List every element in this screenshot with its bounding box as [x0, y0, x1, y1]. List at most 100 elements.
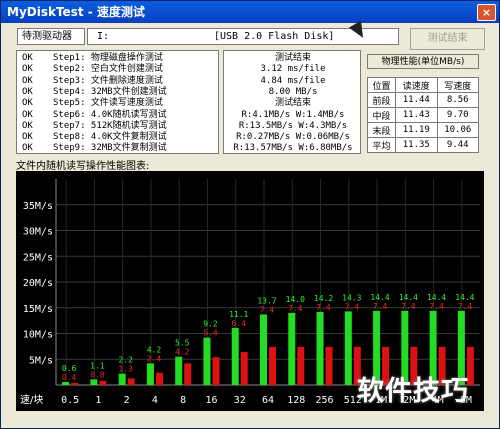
result-line: 8.00 MB/s: [268, 86, 318, 97]
x-tick-label: 32: [234, 395, 246, 406]
write-bar: [71, 382, 79, 385]
read-value-label: 14.4: [455, 293, 474, 302]
write-value-label: 6.4: [232, 319, 247, 328]
perf-cell: 11.19: [395, 122, 438, 138]
step-status: OK: [22, 98, 33, 109]
read-bar: [344, 311, 352, 385]
write-value-label: 0.8: [90, 370, 105, 379]
drive-label-box: 待测驱动器: [17, 28, 85, 45]
step-label: Step9: 32MB文件复制测试: [53, 143, 167, 154]
perf-cell: 末段: [366, 122, 397, 138]
read-value-label: 14.4: [399, 293, 418, 302]
step-label: Step7: 512K随机读写测试: [53, 120, 167, 131]
perf-cell: 11.44: [395, 92, 438, 108]
x-axis-label: 速/块: [20, 394, 43, 406]
write-value-label: 7.4: [288, 304, 303, 313]
x-tick-label: 4: [152, 395, 158, 406]
result-line: R:13.57MB/s W:6.80MB/s: [233, 143, 353, 154]
read-bar: [118, 373, 126, 385]
finish-test-button[interactable]: 测试结束: [410, 28, 485, 50]
step-status: OK: [22, 120, 33, 131]
step-label: Step4: 32MB文件创建测试: [53, 86, 167, 97]
read-value-label: 14.3: [342, 293, 361, 302]
result-line: R:4.1MB/s W:1.4MB/s: [241, 109, 345, 120]
read-value-label: 9.2: [203, 320, 218, 329]
write-value-label: 7.4: [429, 302, 444, 311]
read-bar: [231, 327, 239, 385]
step-status: OK: [22, 109, 33, 120]
step-status: OK: [22, 143, 33, 154]
read-bar: [175, 356, 183, 385]
write-value-label: 7.4: [373, 302, 388, 311]
write-value-label: 7.4: [345, 302, 360, 311]
step-status: OK: [22, 132, 33, 143]
read-bar: [90, 379, 98, 385]
write-bar: [212, 357, 220, 385]
perf-title: 物理性能(单位MB/s): [367, 54, 479, 69]
perf-header-row: 位置 读速度 写速度: [366, 77, 480, 93]
write-bar: [325, 346, 333, 385]
chart-label: 文件内随机读写操作性能图表:: [16, 161, 150, 172]
read-value-label: 2.2: [118, 356, 133, 365]
read-value-label: 14.4: [427, 293, 446, 302]
perf-table: 位置 读速度 写速度 前段 11.44 8.56 中段 11.43 9.70 末…: [366, 77, 480, 153]
write-bar: [127, 378, 135, 385]
read-bar: [62, 381, 70, 385]
perf-cell: 8.56: [436, 92, 480, 108]
table-row: 平均 11.35 9.44: [366, 137, 480, 153]
table-row: 中段 11.43 9.70: [366, 107, 480, 123]
table-row: 末段 11.19 10.06: [366, 122, 480, 138]
read-bar: [316, 311, 324, 385]
write-bar: [99, 380, 107, 385]
result-line: 3.12 ms/file: [260, 64, 326, 75]
perf-header: 位置: [366, 77, 397, 93]
window-title: MyDiskTest - 速度测试: [7, 5, 145, 19]
step-label: Step1: 物理磁盘操作测试: [53, 53, 163, 63]
watermark: 软件技巧: [357, 376, 469, 407]
perf-header: 读速度: [395, 77, 438, 93]
y-tick-label: 20M/s: [23, 278, 53, 289]
x-tick-label: 2: [124, 395, 130, 406]
step-label: Step5: 文件读写速度测试: [53, 98, 163, 109]
write-bar: [240, 352, 248, 385]
x-tick-label: 8: [180, 395, 186, 406]
y-tick-label: 30M/s: [23, 227, 53, 238]
step-label: Step3: 文件删除速度测试: [53, 75, 163, 86]
title-bar: MyDiskTest - 速度测试 ×: [1, 1, 499, 23]
write-value-label: 2.4: [147, 354, 162, 363]
read-value-label: 4.2: [147, 345, 162, 354]
perf-cell: 11.43: [395, 107, 438, 123]
x-tick-label: 128: [287, 395, 305, 406]
write-value-label: 4.2: [175, 348, 190, 357]
step-label: Step2: 空白文件创建测试: [53, 64, 163, 75]
read-value-label: 14.2: [314, 294, 333, 303]
write-bar: [184, 363, 192, 385]
read-value-label: 1.1: [90, 361, 105, 370]
write-value-label: 7.4: [316, 303, 331, 312]
write-value-label: 5.4: [203, 329, 218, 338]
step-status: OK: [22, 86, 33, 97]
close-icon[interactable]: ×: [477, 4, 496, 21]
read-value-label: 11.1: [229, 310, 248, 319]
write-value-label: 7.4: [401, 302, 416, 311]
read-value-label: 0.6: [62, 364, 77, 373]
read-value-label: 14.0: [286, 295, 305, 304]
read-value-label: 14.4: [370, 293, 389, 302]
perf-cell: 前段: [366, 92, 397, 108]
physical-performance-panel: 物理性能(单位MB/s) 位置 读速度 写速度 前段 11.44 8.56 中段…: [366, 54, 480, 154]
perf-cell: 9.44: [436, 137, 480, 153]
step-label: Step6: 4.0K随机读写测试: [53, 109, 167, 120]
read-value-label: 5.5: [175, 339, 190, 348]
y-tick-label: 25M/s: [23, 252, 53, 263]
read-bar: [260, 314, 267, 385]
results-panel: 测试结束 3.12 ms/file 4.84 ms/file 8.00 MB/s 测试结…: [223, 50, 361, 154]
read-bar: [146, 363, 154, 385]
y-tick-label: 10M/s: [23, 330, 53, 341]
drive-label: 待测驱动器: [22, 31, 72, 42]
result-line: 测试结束: [274, 98, 311, 109]
step-status: OK: [22, 75, 33, 86]
perf-header: 写速度: [436, 77, 480, 93]
result-line: 测试结束: [274, 53, 311, 63]
read-value-label: 13.7: [257, 296, 276, 305]
write-value-label: 7.4: [458, 302, 473, 311]
